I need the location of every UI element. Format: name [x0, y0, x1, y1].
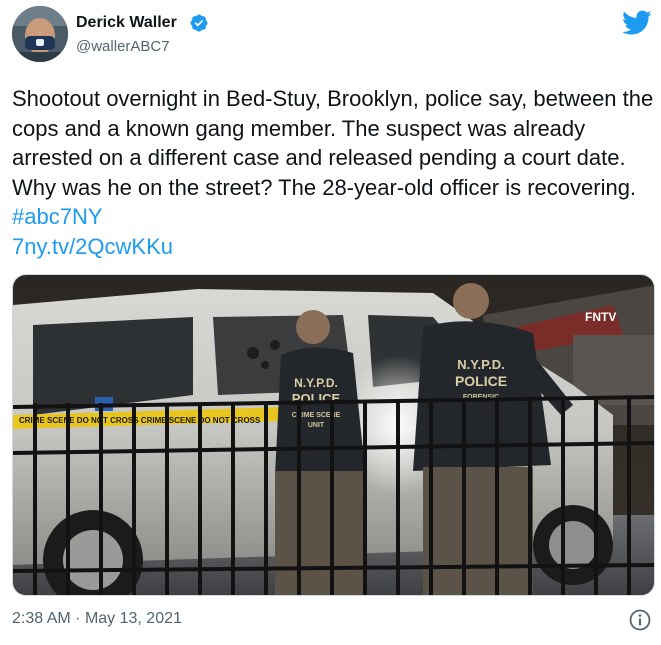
timestamp-separator: ·	[75, 610, 81, 627]
avatar[interactable]	[12, 6, 68, 62]
vest-left-line1: N.Y.P.D.	[294, 376, 338, 390]
vest-right-line1: N.Y.P.D.	[457, 357, 504, 372]
crime-scene-photo: CRIME SCENE DO NOT CROSS CRIME SCENE DO …	[13, 275, 654, 595]
tweet-timestamp: 2:38 AM · May 13, 2021	[12, 610, 182, 628]
info-icon[interactable]	[628, 608, 652, 632]
user-handle[interactable]: @wallerABC7	[76, 38, 170, 55]
vest-right-line2: POLICE	[455, 373, 507, 389]
tweet-date[interactable]: May 13, 2021	[85, 610, 182, 627]
hashtag-link[interactable]: #abc7NY	[12, 204, 103, 229]
display-name[interactable]: Derick Waller	[76, 14, 177, 32]
photo-watermark: FNTV	[585, 310, 616, 324]
tweet-text: Shootout overnight in Bed-Stuy, Brooklyn…	[12, 84, 657, 261]
url-link[interactable]: 7ny.tv/2QcwKKu	[12, 234, 173, 259]
verified-badge-icon	[190, 14, 208, 32]
tweet-body: Shootout overnight in Bed-Stuy, Brooklyn…	[12, 86, 654, 200]
tweet-photo[interactable]: CRIME SCENE DO NOT CROSS CRIME SCENE DO …	[12, 274, 655, 596]
crime-scene-tape-text: CRIME SCENE DO NOT CROSS CRIME SCENE DO …	[19, 416, 261, 425]
tweet-time[interactable]: 2:38 AM	[12, 610, 71, 627]
avatar-image	[12, 6, 68, 62]
vest-left-line4: UNIT	[308, 422, 325, 429]
tweet-card: Derick Waller @wallerABC7 Shootout overn…	[0, 0, 661, 645]
twitter-bird-icon[interactable]	[622, 10, 652, 36]
